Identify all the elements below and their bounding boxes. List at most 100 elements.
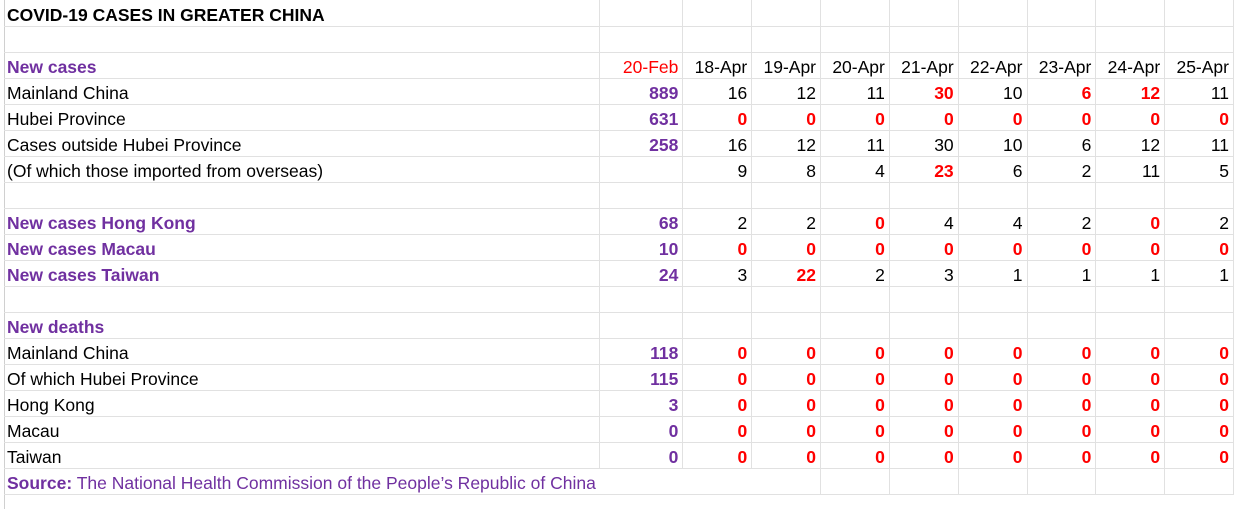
value-cell[interactable]: 24: [599, 260, 684, 287]
value-cell[interactable]: 10: [958, 78, 1028, 105]
empty-cell[interactable]: [4, 182, 601, 209]
value-cell[interactable]: 6: [1027, 78, 1097, 105]
value-cell[interactable]: 0: [958, 442, 1028, 469]
value-cell[interactable]: 68: [599, 208, 684, 235]
value-cell[interactable]: 0: [682, 364, 753, 391]
empty-cell[interactable]: [820, 182, 890, 209]
value-cell[interactable]: 0: [1164, 364, 1234, 391]
value-cell[interactable]: 0: [682, 390, 753, 417]
value-cell[interactable]: 9: [682, 156, 753, 183]
value-cell[interactable]: 0: [1027, 104, 1097, 131]
empty-cell[interactable]: [1095, 286, 1166, 313]
value-cell[interactable]: 12: [751, 130, 822, 157]
value-cell[interactable]: 10: [599, 234, 684, 261]
value-cell[interactable]: 0: [820, 390, 890, 417]
value-cell[interactable]: 1: [1164, 260, 1234, 287]
value-cell[interactable]: 0: [1095, 338, 1166, 365]
date-header-6[interactable]: 23-Apr: [1027, 52, 1097, 79]
value-cell[interactable]: 12: [1095, 78, 1166, 105]
value-cell[interactable]: 6: [958, 156, 1028, 183]
value-cell[interactable]: 0: [1164, 416, 1234, 443]
value-cell[interactable]: 0: [1095, 416, 1166, 443]
empty-cell[interactable]: [682, 312, 753, 339]
value-cell[interactable]: 11: [820, 130, 890, 157]
date-header-4[interactable]: 21-Apr: [889, 52, 959, 79]
value-cell[interactable]: 0: [958, 390, 1028, 417]
date-header-3[interactable]: 20-Apr: [820, 52, 890, 79]
value-cell[interactable]: 115: [599, 364, 684, 391]
date-header-0[interactable]: 20-Feb: [599, 52, 684, 79]
row-label[interactable]: Taiwan: [4, 442, 601, 469]
value-cell[interactable]: 23: [889, 156, 959, 183]
value-cell[interactable]: 3: [599, 390, 684, 417]
value-cell[interactable]: 1: [958, 260, 1028, 287]
value-cell[interactable]: 0: [958, 104, 1028, 131]
empty-cell[interactable]: [682, 182, 753, 209]
date-header-8[interactable]: 25-Apr: [1164, 52, 1234, 79]
empty-cell[interactable]: [751, 182, 822, 209]
value-cell[interactable]: 0: [889, 338, 959, 365]
value-cell[interactable]: 2: [682, 208, 753, 235]
value-cell[interactable]: 0: [1027, 234, 1097, 261]
value-cell[interactable]: 4: [820, 156, 890, 183]
date-header-1[interactable]: 18-Apr: [682, 52, 753, 79]
date-header-7[interactable]: 24-Apr: [1095, 52, 1166, 79]
empty-cell[interactable]: [889, 312, 959, 339]
value-cell[interactable]: 0: [889, 104, 959, 131]
value-cell[interactable]: 0: [820, 104, 890, 131]
empty-cell[interactable]: [1027, 468, 1097, 495]
value-cell[interactable]: 0: [751, 364, 822, 391]
empty-cell[interactable]: [958, 286, 1028, 313]
value-cell[interactable]: 0: [1027, 390, 1097, 417]
empty-cell[interactable]: [751, 26, 822, 53]
value-cell[interactable]: 0: [751, 234, 822, 261]
value-cell[interactable]: 0: [1164, 338, 1234, 365]
value-cell[interactable]: 1: [1027, 260, 1097, 287]
value-cell[interactable]: 11: [1164, 130, 1234, 157]
value-cell[interactable]: 0: [958, 338, 1028, 365]
new-cases-header[interactable]: New cases: [4, 52, 601, 79]
value-cell[interactable]: 0: [751, 104, 822, 131]
value-cell[interactable]: 0: [889, 364, 959, 391]
date-header-5[interactable]: 22-Apr: [958, 52, 1028, 79]
empty-cell[interactable]: [599, 182, 684, 209]
empty-cell[interactable]: [1164, 312, 1234, 339]
empty-cell[interactable]: [820, 286, 890, 313]
value-cell[interactable]: 0: [682, 442, 753, 469]
value-cell[interactable]: 16: [682, 78, 753, 105]
sheet-title[interactable]: COVID-19 CASES IN GREATER CHINA: [4, 0, 601, 27]
value-cell[interactable]: 1: [1095, 260, 1166, 287]
value-cell[interactable]: 0: [751, 416, 822, 443]
value-cell[interactable]: 22: [751, 260, 822, 287]
value-cell[interactable]: 2: [1164, 208, 1234, 235]
value-cell[interactable]: 0: [889, 234, 959, 261]
value-cell[interactable]: 0: [1095, 208, 1166, 235]
value-cell[interactable]: 118: [599, 338, 684, 365]
empty-cell[interactable]: [1027, 0, 1097, 27]
empty-cell[interactable]: [682, 26, 753, 53]
empty-cell[interactable]: [1027, 26, 1097, 53]
value-cell[interactable]: 0: [958, 416, 1028, 443]
value-cell[interactable]: 30: [889, 130, 959, 157]
value-cell[interactable]: 0: [1095, 104, 1166, 131]
empty-cell[interactable]: [1095, 0, 1166, 27]
row-label[interactable]: Mainland China: [4, 338, 601, 365]
empty-cell[interactable]: [1164, 26, 1234, 53]
empty-cell[interactable]: [1164, 468, 1234, 495]
empty-cell[interactable]: [1164, 182, 1234, 209]
value-cell[interactable]: 0: [1027, 364, 1097, 391]
value-cell[interactable]: 5: [1164, 156, 1234, 183]
empty-cell[interactable]: [958, 468, 1028, 495]
empty-cell[interactable]: [958, 312, 1028, 339]
empty-cell[interactable]: [599, 0, 684, 27]
value-cell[interactable]: 0: [751, 442, 822, 469]
row-label[interactable]: Of which Hubei Province: [4, 364, 601, 391]
empty-cell[interactable]: [1164, 286, 1234, 313]
value-cell[interactable]: 3: [682, 260, 753, 287]
empty-cell[interactable]: [4, 26, 601, 53]
value-cell[interactable]: 0: [1027, 416, 1097, 443]
value-cell[interactable]: 2: [751, 208, 822, 235]
value-cell[interactable]: 0: [1027, 338, 1097, 365]
value-cell[interactable]: 0: [820, 338, 890, 365]
empty-cell[interactable]: [599, 286, 684, 313]
